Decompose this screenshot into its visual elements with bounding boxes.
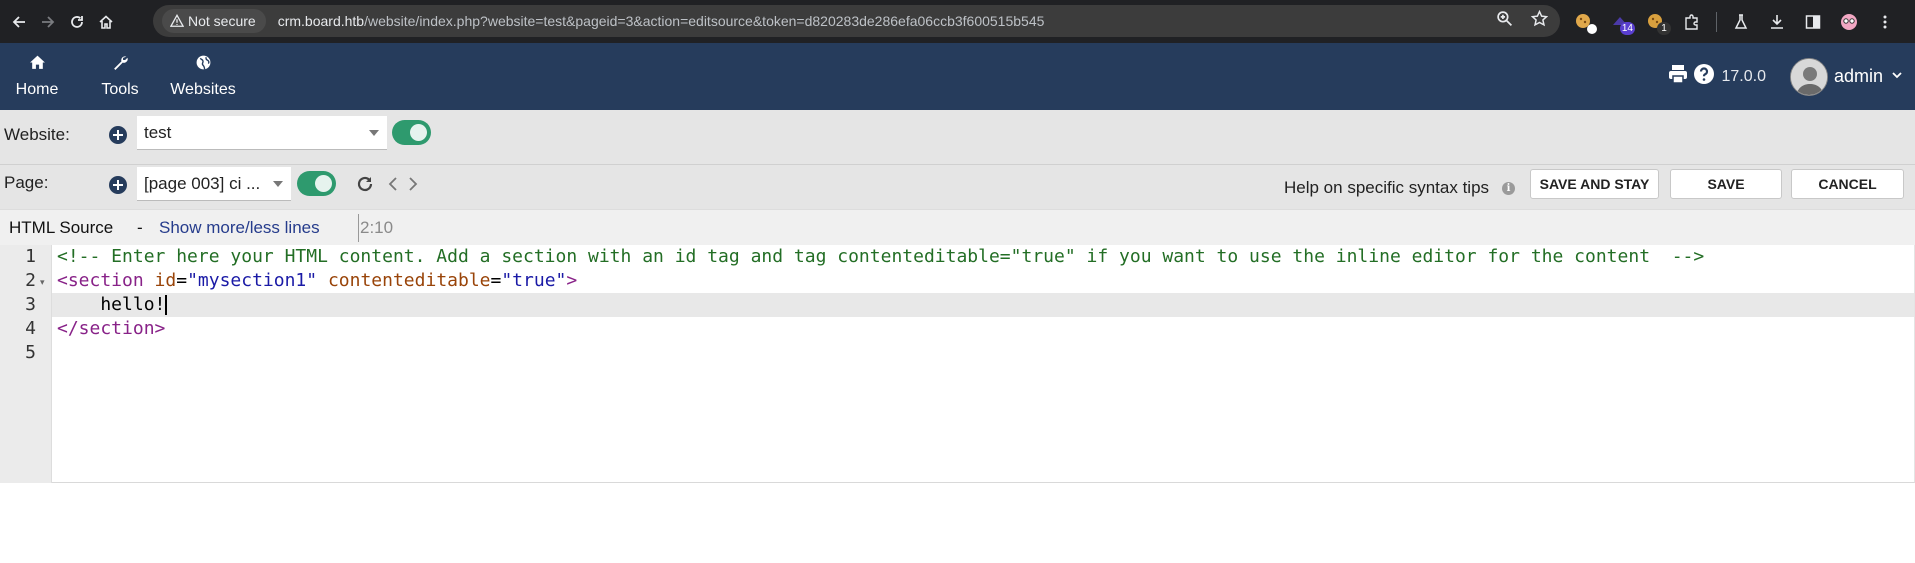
browser-toolbar: Not secure crm.board.htb/website/index.p… [0, 0, 1915, 43]
add-page-icon[interactable] [109, 176, 127, 194]
home-page-icon[interactable] [95, 11, 117, 33]
token-string-true: "true" [501, 270, 567, 291]
line-number: 5 [25, 342, 36, 363]
fold-marker-icon[interactable]: ▾ [40, 277, 45, 288]
website-select-value: test [144, 122, 172, 142]
syntax-help-text[interactable]: Help on specific syntax tips [1284, 178, 1489, 198]
extension-badge-count-2: 1 [1657, 21, 1671, 35]
next-page-icon[interactable] [404, 175, 422, 198]
downloads-icon[interactable] [1765, 10, 1789, 34]
cancel-button[interactable]: CANCEL [1791, 169, 1904, 199]
page-status-toggle[interactable] [297, 171, 336, 196]
add-website-icon[interactable] [109, 126, 127, 144]
user-avatar[interactable] [1789, 57, 1828, 96]
url-path: /website/index.php?website=test&pageid=3… [364, 13, 1045, 29]
toolbar-divider [1716, 11, 1717, 32]
active-line-highlight [52, 293, 1914, 317]
extensions-puzzle-icon[interactable] [1680, 10, 1704, 34]
home-icon [29, 55, 45, 69]
url-host: crm.board.htb [277, 13, 365, 29]
token-string-id: "mysection1" [187, 270, 318, 291]
token-tag-close: > [566, 270, 578, 291]
line-number: 4 [25, 318, 36, 339]
print-icon[interactable] [1667, 63, 1689, 90]
warning-icon [170, 14, 184, 27]
extension-hat-icon[interactable]: 14 [1608, 10, 1635, 35]
address-bar[interactable]: Not secure crm.board.htb/website/index.p… [153, 5, 1560, 37]
code-line-3-text: hello! [57, 294, 166, 315]
cursor-position: 2:10 [358, 214, 393, 242]
code-line-1: <!-- Enter here your HTML content. Add a… [57, 246, 1705, 267]
page-select-value: [page 003] ci ... [144, 173, 261, 193]
token-tag-open: <section [57, 270, 144, 291]
extension-cookie2-icon[interactable]: 1 [1644, 10, 1671, 35]
token-attr-id: id [143, 270, 177, 291]
reload-icon[interactable] [66, 11, 88, 33]
save-and-stay-button[interactable]: SAVE AND STAY [1530, 169, 1659, 199]
code-editor[interactable]: 1 2 ▾ 3 4 5 <!-- Enter here your HTML co… [0, 245, 1915, 483]
url-text[interactable]: crm.board.htb/website/index.php?website=… [278, 13, 1045, 29]
security-indicator[interactable]: Not secure [162, 9, 266, 33]
menu-tools[interactable]: Tools [96, 43, 144, 110]
line-number: 2 [25, 270, 36, 291]
menu-home-label: Home [15, 81, 59, 98]
menu-websites-label: Websites [170, 81, 236, 98]
token-equals: = [176, 270, 188, 291]
save-button[interactable]: SAVE [1670, 169, 1782, 199]
token-equals: = [490, 270, 502, 291]
source-header: HTML Source - Show more/less lines 2:10 [0, 209, 1915, 245]
back-icon[interactable] [8, 11, 30, 33]
side-panel-icon[interactable] [1801, 10, 1825, 34]
info-icon[interactable]: i [1502, 182, 1515, 195]
wrench-icon [113, 56, 128, 70]
source-separator: - [137, 218, 143, 237]
bookmark-star-icon[interactable] [1530, 9, 1549, 32]
extension-cookie-icon[interactable] [1572, 10, 1597, 34]
globe-icon [196, 55, 210, 70]
source-title: HTML Source [9, 218, 114, 237]
chevron-down-icon [273, 180, 283, 187]
user-login[interactable]: admin [1834, 66, 1883, 87]
code-line-4: </section> [57, 318, 166, 339]
chevron-down-icon[interactable] [1891, 68, 1903, 86]
code-line-2: <section id="mysection1" contenteditable… [57, 269, 577, 293]
extension-badge-count: 14 [1619, 21, 1635, 35]
chevron-down-icon [369, 129, 379, 136]
version-label: 17.0.0 [1721, 67, 1766, 85]
website-select[interactable]: test [137, 116, 387, 150]
line-number: 3 [25, 294, 36, 315]
line-number-gutter: 1 2 ▾ 3 4 5 [0, 245, 52, 483]
website-label: Website: [4, 125, 70, 144]
zoom-icon[interactable] [1496, 10, 1513, 32]
refresh-icon[interactable] [356, 175, 374, 198]
token-attr-contenteditable: contenteditable [317, 270, 491, 291]
security-label: Not secure [188, 13, 256, 29]
menu-tools-label: Tools [101, 81, 139, 98]
website-selector-row: Website: test [0, 110, 1915, 165]
page-select[interactable]: [page 003] ci ... [137, 167, 291, 201]
labs-flask-icon[interactable] [1729, 10, 1753, 34]
forward-icon[interactable] [37, 11, 59, 33]
menu-home[interactable]: Home [8, 43, 66, 110]
top-menu-bar: Home Tools Websites 17.0.0 admin [0, 43, 1915, 110]
text-cursor [165, 295, 168, 315]
show-more-less-link[interactable]: Show more/less lines [159, 218, 320, 238]
line-number: 1 [25, 246, 36, 267]
help-icon[interactable] [1693, 63, 1715, 90]
code-line-3: hello! [57, 293, 168, 317]
page-label: Page: [4, 173, 49, 192]
website-status-toggle[interactable] [392, 120, 431, 145]
previous-page-icon[interactable] [385, 175, 403, 198]
menu-websites[interactable]: Websites [166, 43, 240, 110]
profile-avatar-icon[interactable] [1837, 10, 1861, 34]
browser-menu-icon[interactable] [1873, 10, 1897, 34]
